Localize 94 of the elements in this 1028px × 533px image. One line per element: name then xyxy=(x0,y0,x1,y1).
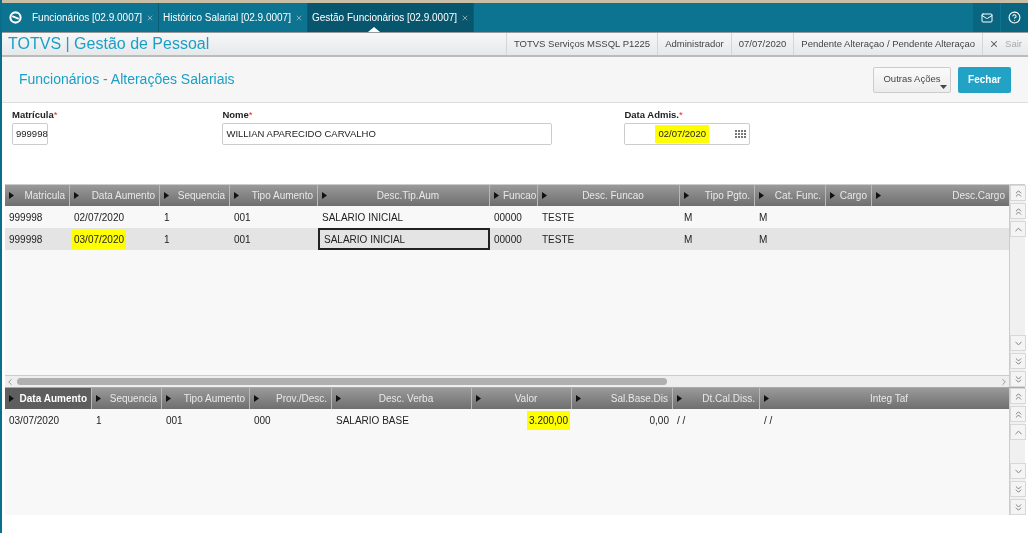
required-mark: * xyxy=(53,108,58,122)
header-info: Pendente Alteraçao / Pendente Alteraçao xyxy=(793,33,983,55)
mail-icon xyxy=(980,11,993,24)
tab[interactable]: Gestão Funcionários [02.9.0007] xyxy=(307,3,475,32)
table-cell-text: / / xyxy=(676,413,687,428)
table-cell-text: 000 xyxy=(253,413,272,428)
table-cell-text: TESTE xyxy=(541,210,576,225)
scroll-bottom-button[interactable] xyxy=(1010,371,1026,387)
table-cell-text: 03/07/2020 xyxy=(8,413,61,428)
table-cell: 3.200,00 xyxy=(527,410,570,430)
page-down-button[interactable] xyxy=(1010,481,1026,497)
scroll-down-button[interactable] xyxy=(1010,335,1026,351)
input-field[interactable]: 999998 xyxy=(12,123,48,146)
header-info: Administrador xyxy=(657,33,731,55)
triangle-icon xyxy=(476,395,481,402)
scroll-top-button[interactable] xyxy=(1010,185,1026,201)
triangle-icon xyxy=(166,395,171,402)
table-cell: 03/07/2020 xyxy=(72,229,127,249)
calendar-icon[interactable] xyxy=(735,129,747,139)
scroll-up-button[interactable] xyxy=(1010,424,1026,440)
page-title: Funcionários - Alterações Salariais xyxy=(19,70,235,89)
triangle-icon xyxy=(876,192,881,199)
scroll-bottom-button[interactable] xyxy=(1010,499,1026,515)
mail-button[interactable] xyxy=(973,3,1000,32)
header-info: 07/07/2020 xyxy=(730,33,794,55)
table-cell-text: 999998 xyxy=(8,210,44,225)
required-mark: * xyxy=(679,108,683,122)
more-actions-button[interactable]: Outras Ações xyxy=(873,66,951,93)
horizontal-scrollbar-thumb[interactable] xyxy=(17,378,667,385)
column-header[interactable]: Data Aumento xyxy=(5,388,92,409)
table-cell-text: 001 xyxy=(165,413,184,428)
page-up-button[interactable] xyxy=(1010,203,1026,219)
page-down-button[interactable] xyxy=(1010,353,1026,369)
scroll-right-icon[interactable] xyxy=(999,376,1009,387)
logo-icon[interactable] xyxy=(8,11,22,24)
table-cell-text: SALARIO BASE xyxy=(335,413,410,428)
close-icon[interactable] xyxy=(146,13,155,22)
triangle-icon xyxy=(9,192,14,199)
field-label: Nome xyxy=(222,108,249,122)
scroll-left-icon[interactable] xyxy=(5,376,15,387)
triangle-icon xyxy=(684,192,689,199)
table-cell-text: 001 xyxy=(233,232,252,247)
field-label: Data Admis. xyxy=(624,108,679,122)
triangle-icon xyxy=(336,395,341,402)
triangle-icon xyxy=(164,192,169,199)
table-cell-text: / / xyxy=(763,413,774,428)
table-cell-text: 1 xyxy=(95,413,103,428)
table-cell-text: 999998 xyxy=(8,232,44,247)
triangle-icon xyxy=(322,192,327,199)
scroll-top-button[interactable] xyxy=(1010,388,1026,404)
table-cell-text: M xyxy=(758,232,769,247)
grid-row[interactable]: 999998 03/07/2020 1 001 SALARIO INICIAL 00000 TESTE M M xyxy=(5,228,1009,250)
triangle-icon xyxy=(234,192,239,199)
triangle-icon xyxy=(254,395,259,402)
triangle-icon xyxy=(9,395,14,402)
triangle-icon xyxy=(764,395,769,402)
exit-button[interactable]: Sair xyxy=(982,33,1028,55)
triangle-icon xyxy=(494,192,499,199)
date-field[interactable]: 02/07/2020 xyxy=(624,123,751,146)
table-cell-text: 001 xyxy=(233,210,252,225)
triangle-icon xyxy=(542,192,547,199)
help-icon xyxy=(1008,11,1021,24)
triangle-icon xyxy=(830,192,835,199)
close-icon xyxy=(989,39,1000,49)
close-button[interactable]: Fechar xyxy=(958,66,1011,93)
scroll-down-button[interactable] xyxy=(1010,463,1026,479)
triangle-icon xyxy=(759,192,764,199)
table-cell-text: SALARIO INICIAL xyxy=(321,210,405,225)
table-cell-text: 1 xyxy=(163,210,171,225)
close-icon[interactable] xyxy=(461,13,470,22)
app-title: TOTVS | Gestão de Pessoal xyxy=(7,34,210,54)
header-info: TOTVS Serviços MSSQL P1225 xyxy=(505,33,658,55)
table-cell-text: 02/07/2020 xyxy=(73,210,126,225)
help-button[interactable] xyxy=(1001,3,1028,32)
triangle-icon xyxy=(576,395,581,402)
table-cell-text: M xyxy=(683,210,694,225)
caret-icon xyxy=(940,84,947,89)
table-cell-text: 00000 xyxy=(493,210,523,225)
table-cell-text: 1 xyxy=(163,232,171,247)
table-cell-text: 00000 xyxy=(493,232,523,247)
table-cell-text: SALARIO INICIAL xyxy=(323,232,407,247)
page-up-button[interactable] xyxy=(1010,406,1026,422)
table-cell-text: TESTE xyxy=(541,232,576,247)
table-cell-text: M xyxy=(758,210,769,225)
field-label: Matrícula xyxy=(12,108,54,122)
table-cell-text: 0,00 xyxy=(648,413,670,428)
scroll-up-button[interactable] xyxy=(1010,221,1026,237)
required-mark: * xyxy=(248,108,253,122)
triangle-icon xyxy=(74,192,79,199)
triangle-icon xyxy=(677,395,682,402)
triangle-icon xyxy=(96,395,101,402)
close-icon[interactable] xyxy=(294,13,303,22)
input-field[interactable]: WILLIAN APARECIDO CARVALHO xyxy=(222,123,553,146)
table-cell-text: M xyxy=(683,232,694,247)
